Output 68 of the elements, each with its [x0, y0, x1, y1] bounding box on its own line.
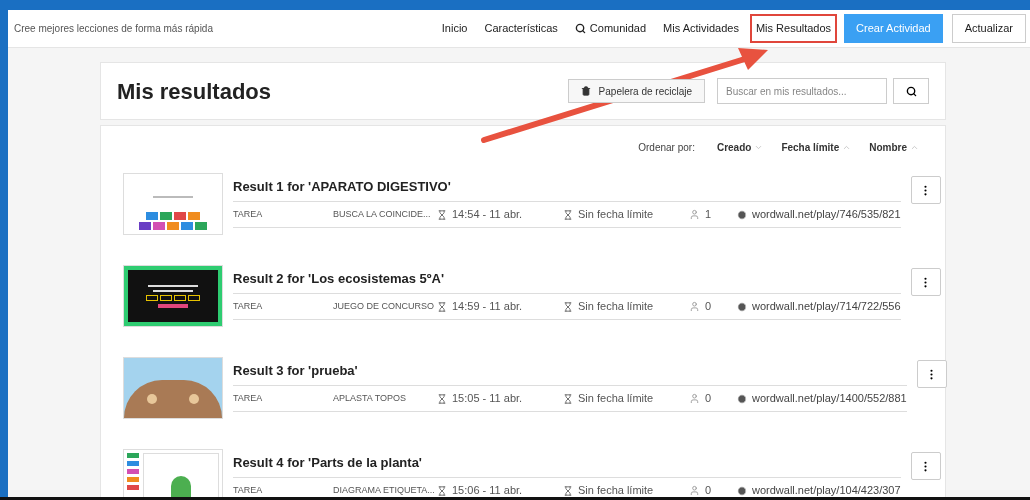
search-icon	[905, 85, 917, 97]
more-options-button[interactable]	[910, 452, 941, 480]
deadline: Sin fecha límite	[578, 207, 654, 223]
deadline: Sin fecha límite	[578, 391, 654, 407]
sort-option[interactable]: Fecha límite	[781, 140, 852, 155]
result-title[interactable]: Result 2 for 'Los ecosistemas 5ºA'	[233, 269, 445, 289]
nav-link[interactable]: Mis Actividades	[659, 16, 743, 41]
user-icon	[689, 209, 700, 220]
user-icon	[689, 393, 700, 404]
deadline: Sin fecha límite	[578, 483, 654, 497]
participant-count: 1	[705, 207, 712, 223]
trash-icon	[580, 86, 591, 96]
hourglass-icon	[437, 393, 447, 404]
result-type: TAREA	[233, 391, 264, 405]
more-options-button[interactable]	[910, 268, 941, 296]
participant-count: 0	[705, 483, 712, 497]
page-title: Mis resultados	[117, 77, 272, 106]
sort-option[interactable]: Creado	[716, 140, 764, 155]
sort-down-icon	[754, 143, 764, 152]
search-icon	[574, 23, 586, 34]
nav-link[interactable]: Comunidad	[570, 16, 651, 41]
participant-count: 0	[705, 391, 712, 407]
deadline: Sin fecha límite	[578, 299, 654, 315]
sort-option[interactable]: Nombre	[869, 140, 919, 155]
play-icon	[737, 301, 747, 312]
sort-label: Ordenar por:	[638, 141, 695, 155]
result-type: TAREA	[233, 483, 264, 497]
created-time: 15:05 - 11 abr.	[452, 391, 523, 407]
play-icon	[737, 209, 747, 220]
recycle-bin-button[interactable]: Papelera de reciclaje	[567, 79, 705, 103]
nav-link[interactable]: Mis Resultados	[751, 16, 836, 41]
update-button[interactable]: Actualizar	[951, 14, 1026, 43]
play-icon	[737, 393, 747, 404]
template-name: DIAGRAMA ETIQUETA...	[333, 483, 436, 497]
hourglass-icon	[563, 485, 573, 496]
play-link[interactable]: wordwall.net/play/1400/552/881	[752, 390, 907, 407]
participant-count: 0	[705, 299, 712, 315]
sort-up-icon	[842, 143, 852, 152]
search-button[interactable]	[893, 78, 929, 104]
template-name: APLASTA TOPOS	[333, 391, 408, 405]
more-options-button[interactable]	[916, 360, 947, 388]
user-icon	[689, 301, 700, 312]
template-name: BUSCA LA COINCIDE...	[333, 207, 432, 221]
hourglass-icon	[437, 485, 447, 496]
tagline: Cree mejores lecciones de forma más rápida	[14, 22, 213, 36]
sort-up-icon	[910, 143, 919, 152]
nav-link[interactable]: Inicio	[437, 16, 472, 41]
play-link[interactable]: wordwall.net/play/714/722/556	[752, 298, 901, 315]
created-time: 14:59 - 11 abr.	[452, 299, 523, 315]
result-type: TAREA	[233, 299, 264, 313]
result-title[interactable]: Result 4 for 'Parts de la planta'	[233, 453, 422, 473]
play-link[interactable]: wordwall.net/play/104/423/307	[752, 482, 901, 497]
result-type: TAREA	[233, 207, 264, 221]
created-time: 14:54 - 11 abr.	[452, 207, 523, 223]
result-title[interactable]: Result 3 for 'prueba'	[233, 361, 358, 381]
more-options-button[interactable]	[910, 176, 941, 204]
search-field[interactable]: Buscar en mis resultados...	[717, 78, 887, 104]
nav-link[interactable]: Características	[480, 16, 562, 41]
created-time: 15:06 - 11 abr.	[452, 483, 523, 497]
play-link[interactable]: wordwall.net/play/746/535/821	[752, 206, 901, 223]
template-name: JUEGO DE CONCURSO	[333, 299, 435, 313]
hourglass-icon	[437, 209, 447, 220]
hourglass-icon	[563, 393, 573, 404]
hourglass-icon	[563, 301, 573, 312]
hourglass-icon	[437, 301, 447, 312]
result-title[interactable]: Result 1 for 'APARATO DIGESTIVO'	[233, 177, 451, 197]
hourglass-icon	[563, 209, 573, 220]
user-icon	[689, 485, 700, 496]
